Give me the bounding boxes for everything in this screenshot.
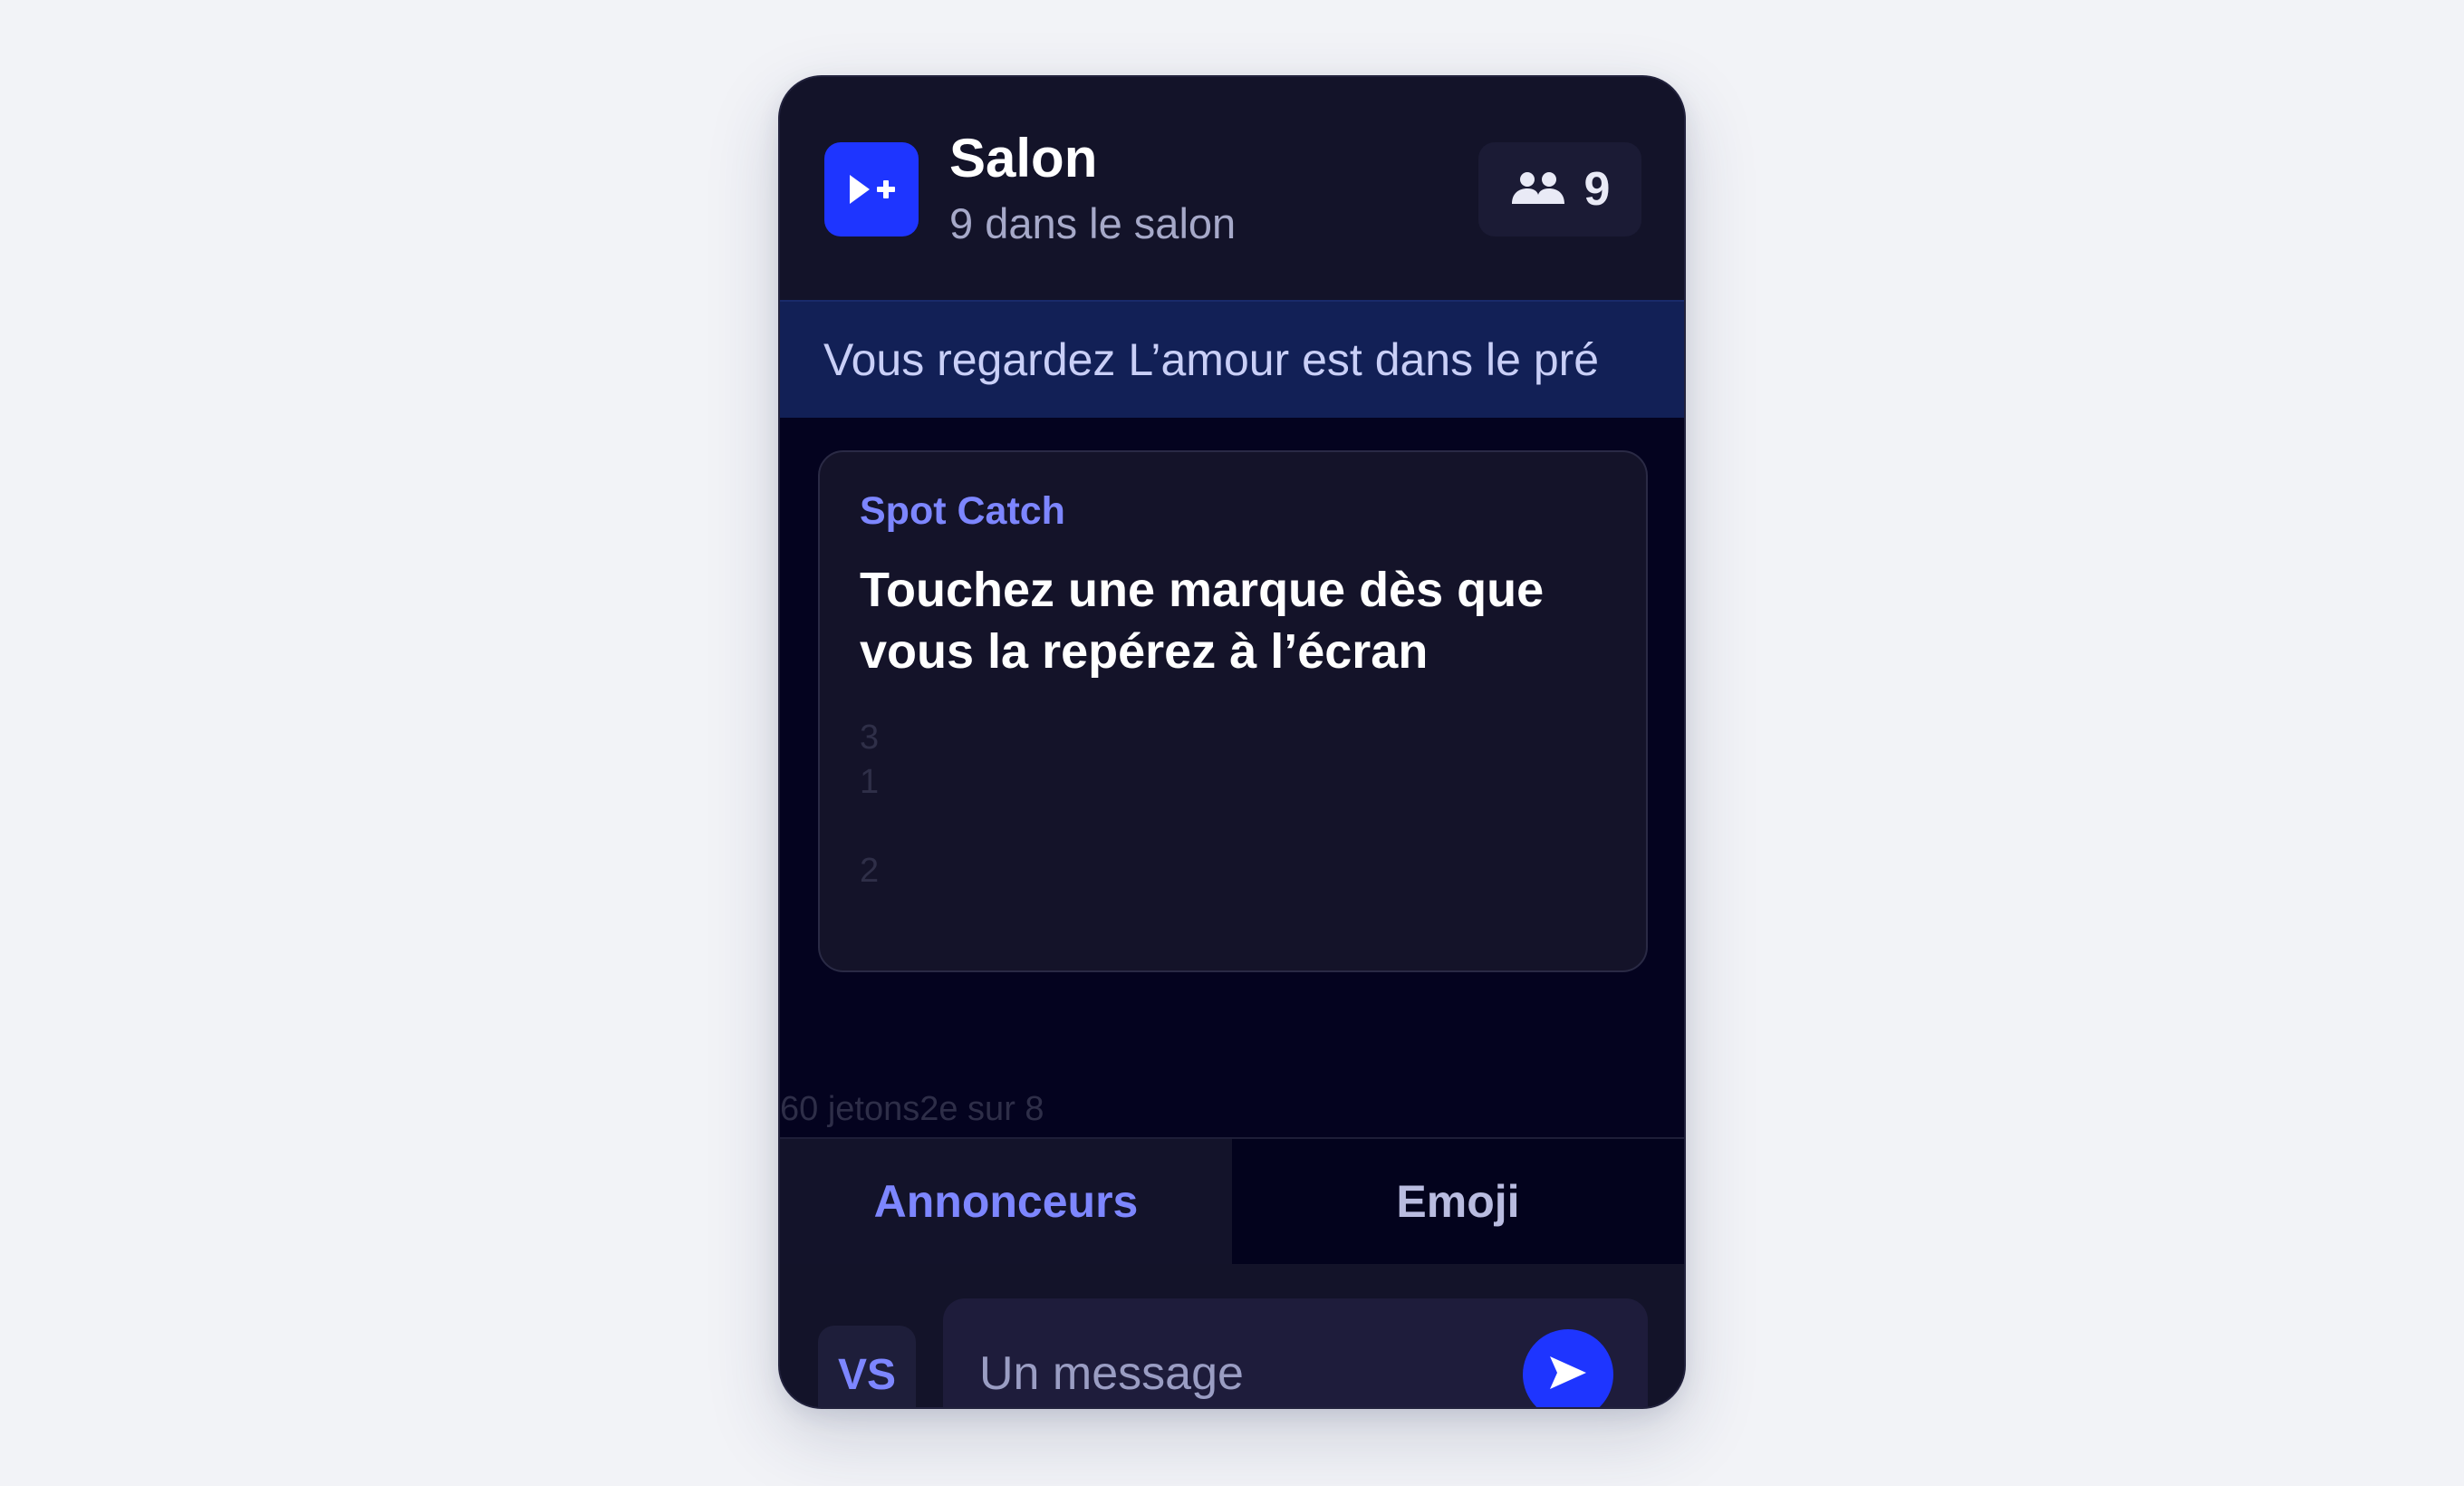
player-rank: 2e sur 8: [919, 1090, 1044, 1128]
message-composer: VS: [780, 1264, 1684, 1407]
avatar[interactable]: VS: [818, 1326, 916, 1407]
game-card: Spot Catch Touchez une marque dès que vo…: [818, 450, 1648, 972]
spot-marker[interactable]: 3: [860, 720, 879, 755]
viewers-badge[interactable]: 9: [1478, 142, 1641, 236]
room-title: Salon: [949, 128, 1098, 188]
spot-marker[interactable]: 2: [860, 854, 879, 888]
tab-emoji[interactable]: Emoji: [1232, 1139, 1684, 1264]
tab-annonceurs[interactable]: Annonceurs: [780, 1139, 1232, 1264]
game-area: Spot Catch Touchez une marque dès que vo…: [780, 418, 1684, 1137]
play-plus-icon: [846, 171, 897, 207]
header: Salon 9 dans le salon 9: [780, 77, 1684, 300]
tab-bar: Annonceurs Emoji: [780, 1137, 1684, 1264]
player-stats: 60 jetons2e sur 8: [780, 1092, 1044, 1126]
message-box: [943, 1298, 1648, 1407]
room-subtitle: 9 dans le salon: [949, 199, 1237, 247]
now-watching-text: Vous regardez L’amour est dans le pré: [823, 334, 1600, 385]
now-watching-banner: Vous regardez L’amour est dans le pré: [780, 300, 1684, 418]
token-count: 60 jetons: [780, 1090, 920, 1128]
send-icon: [1547, 1354, 1589, 1396]
watch-party-widget: Salon 9 dans le salon 9 Vous regardez L’…: [778, 75, 1686, 1409]
send-button[interactable]: [1523, 1329, 1613, 1407]
game-name: Spot Catch: [860, 489, 1065, 533]
message-input[interactable]: [979, 1342, 1487, 1405]
spot-marker[interactable]: 1: [860, 765, 879, 799]
app-logo: [824, 142, 919, 236]
users-icon: [1510, 169, 1566, 210]
viewer-count: 9: [1583, 163, 1611, 216]
game-instruction: Touchez une marque dès que vous la repér…: [860, 563, 1545, 679]
